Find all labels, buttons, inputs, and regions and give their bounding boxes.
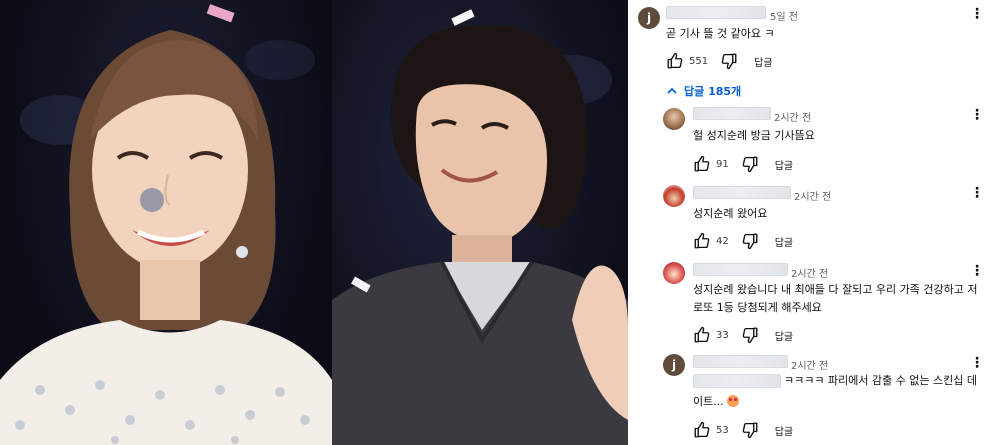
reply-button[interactable]: 답글 xyxy=(775,234,793,249)
thumbs-down-icon[interactable] xyxy=(741,421,759,439)
more-vert-icon[interactable]: ⋮ xyxy=(970,184,984,202)
reply-button[interactable]: 답글 xyxy=(775,328,793,343)
reply-button[interactable]: 답글 xyxy=(775,157,793,172)
thumbs-up-icon[interactable] xyxy=(666,52,684,70)
chevron-up-icon xyxy=(667,87,677,94)
more-vert-icon[interactable]: ⋮ xyxy=(970,106,984,124)
reply-actions: 53 답글 xyxy=(693,421,793,439)
reply-text: 헐 성지순례 방금 기사뜸요 xyxy=(693,129,815,142)
reply-text-line-2: 이트... xyxy=(693,395,724,408)
reply-actions: 42 답글 xyxy=(693,232,793,250)
reply-text-line-1: ㅋㅋㅋㅋ 파리에서 감출 수 없는 스킨십 데 xyxy=(784,374,978,387)
mention-redacted[interactable] xyxy=(693,374,781,388)
reply-actions: 33 답글 xyxy=(693,326,793,344)
reply-text-line-1: 성지순례 왔습니다 내 최애들 다 잘되고 우리 가족 건강하고 저 xyxy=(693,283,978,296)
replies-toggle-label: 답글 185개 xyxy=(684,85,742,98)
reply-avatar[interactable] xyxy=(663,185,685,207)
reply-text-line-2-wrap: 이트... xyxy=(693,393,739,411)
thumbs-down-icon[interactable] xyxy=(741,232,759,250)
reply-avatar[interactable]: j xyxy=(663,354,685,376)
reply-author-redacted[interactable] xyxy=(693,107,771,120)
thumbs-down-icon[interactable] xyxy=(741,326,759,344)
reply-time: 2시간 전 xyxy=(794,192,832,203)
reply-text-line-2: 로또 1등 당첨되게 해주세요 xyxy=(693,301,822,314)
like-count: 42 xyxy=(716,235,729,247)
photo-woman-illustration xyxy=(0,4,332,445)
reply-avatar[interactable] xyxy=(663,108,685,130)
thumbs-up-icon[interactable] xyxy=(693,232,711,250)
thumbs-up-icon[interactable] xyxy=(693,421,711,439)
more-vert-icon[interactable]: ⋮ xyxy=(970,5,984,23)
reply-time: 2시간 전 xyxy=(791,269,829,280)
thumbs-down-icon[interactable] xyxy=(720,52,738,70)
reply-button[interactable]: 답글 xyxy=(754,54,772,69)
commenter-name-redacted[interactable] xyxy=(666,6,766,19)
like-count: 53 xyxy=(716,424,729,436)
avatar-letter: j xyxy=(671,358,677,372)
comment-actions: 551 답글 xyxy=(666,52,773,70)
photo-woman xyxy=(0,0,332,445)
reply-time: 2시간 전 xyxy=(774,113,812,124)
reply-avatar[interactable] xyxy=(663,262,685,284)
like-count: 91 xyxy=(716,158,729,170)
photo-man-illustration xyxy=(332,9,628,445)
more-vert-icon[interactable]: ⋮ xyxy=(970,262,984,280)
replies-toggle[interactable]: 답글 185개 xyxy=(666,82,741,100)
comment-time: 5일 전 xyxy=(770,12,798,23)
reply-author-redacted[interactable] xyxy=(693,186,791,199)
heart-eyes-emoji-icon xyxy=(726,395,739,407)
comment-text: 곧 기사 뜰 것 같아요 ㅋ xyxy=(666,27,775,40)
reply-button[interactable]: 답글 xyxy=(775,423,793,438)
commenter-avatar[interactable]: j xyxy=(638,7,660,29)
reply-author-redacted[interactable] xyxy=(693,263,788,276)
avatar-letter: j xyxy=(646,11,652,25)
like-count: 551 xyxy=(689,55,709,67)
like-count: 33 xyxy=(716,329,729,341)
thumbs-down-icon[interactable] xyxy=(741,155,759,173)
more-vert-icon[interactable]: ⋮ xyxy=(970,354,984,372)
thumbs-up-icon[interactable] xyxy=(693,155,711,173)
reply-text: 성지순례 왔어요 xyxy=(693,207,768,220)
reply-author-redacted[interactable] xyxy=(693,355,788,368)
photo-man xyxy=(332,0,628,445)
reply-actions: 91 답글 xyxy=(693,155,793,173)
thumbs-up-icon[interactable] xyxy=(693,326,711,344)
reply-time: 2시간 전 xyxy=(791,361,829,372)
